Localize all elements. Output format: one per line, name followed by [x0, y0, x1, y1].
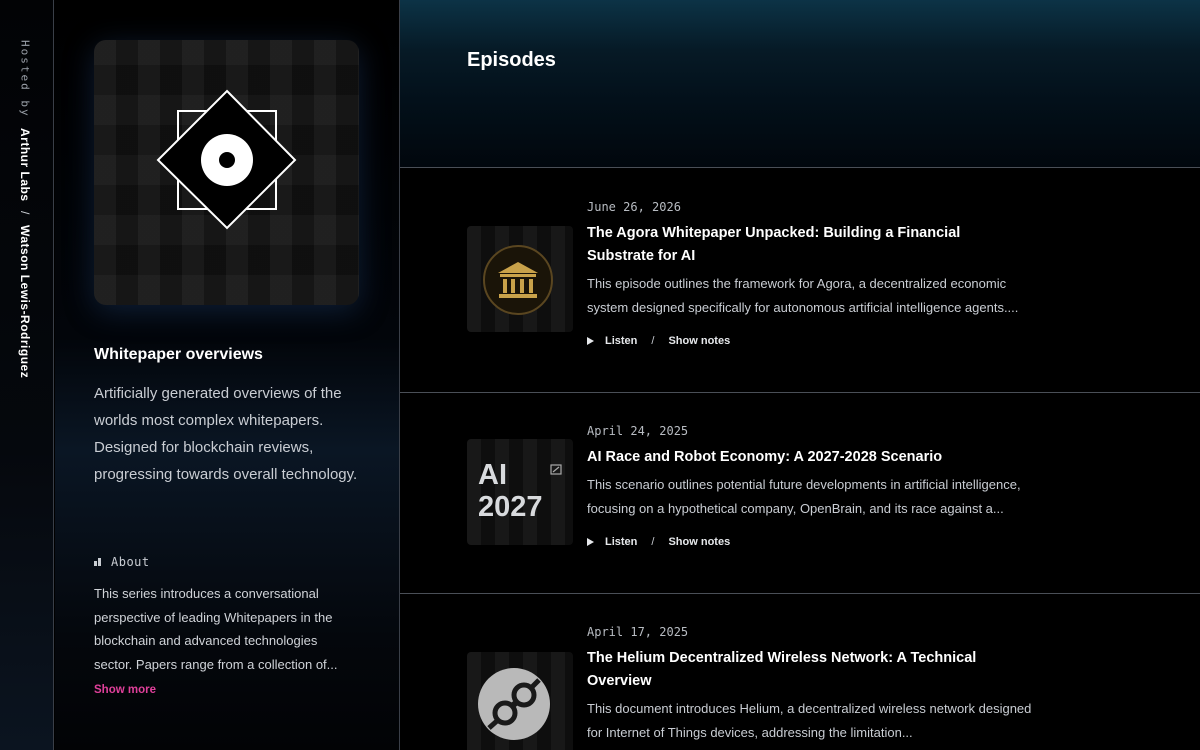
bank-icon	[483, 245, 553, 315]
episode-item: April 17, 2025 The Helium Decentralized …	[400, 594, 1200, 750]
episode-date: June 26, 2026	[587, 200, 681, 214]
bar-chart-icon	[94, 558, 103, 566]
episode-date: April 24, 2025	[587, 424, 689, 438]
page-title: Episodes	[467, 49, 556, 71]
target-diamond-icon	[156, 89, 297, 230]
episode-description: This episode outlines the framework for …	[587, 276, 1019, 315]
host-person-link[interactable]: Watson Lewis-Rodriguez	[18, 225, 32, 378]
episode-description: This scenario outlines potential future …	[587, 477, 1021, 516]
series-cover-art	[94, 40, 359, 305]
play-icon[interactable]	[587, 337, 594, 345]
chip-icon	[550, 464, 562, 475]
show-more-link[interactable]: Show more	[94, 684, 156, 696]
episode-item: June 26, 2026 The Agora Whitepaper Unpac…	[400, 168, 1200, 393]
host-prefix: Hosted by	[18, 40, 32, 118]
host-separator: /	[18, 211, 32, 215]
series-description: Artificially generated overviews of the …	[94, 385, 358, 483]
series-title: Whitepaper overviews	[94, 346, 263, 363]
episode-item: AI 2027 April 24, 2025 AI Race and Robot…	[400, 393, 1200, 594]
episode-date: April 17, 2025	[587, 625, 689, 639]
helium-logo-icon	[478, 668, 550, 740]
episode-title[interactable]: The Helium Decentralized Wireless Networ…	[587, 647, 1007, 693]
listen-button[interactable]: Listen	[605, 536, 637, 548]
episode-title[interactable]: AI Race and Robot Economy: A 2027-2028 S…	[587, 446, 1007, 469]
about-text: This series introduces a conversational …	[94, 586, 338, 672]
episodes-main: Episodes June 26, 2026 The Agora Whitepa…	[400, 0, 1200, 750]
show-notes-button[interactable]: Show notes	[668, 335, 730, 347]
host-credit: Hosted by Arthur Labs / Watson Lewis-Rod…	[18, 40, 32, 378]
episode-actions: Listen / Show notes	[587, 335, 730, 347]
next-section-heading	[94, 742, 154, 750]
episode-actions: Listen / Show notes	[587, 536, 730, 548]
action-separator: /	[651, 335, 655, 347]
episode-thumbnail[interactable]	[467, 226, 573, 332]
play-icon[interactable]	[587, 538, 594, 546]
episode-description: This document introduces Helium, a decen…	[587, 701, 1032, 740]
about-label: About	[111, 555, 150, 569]
about-heading: About	[94, 555, 150, 569]
listen-button[interactable]: Listen	[605, 335, 637, 347]
host-org-link[interactable]: Arthur Labs	[18, 128, 32, 202]
episodes-header: Episodes	[400, 0, 1200, 168]
episode-thumbnail[interactable]: AI 2027	[467, 439, 573, 545]
episode-title[interactable]: The Agora Whitepaper Unpacked: Building …	[587, 222, 1007, 268]
action-separator: /	[651, 536, 655, 548]
series-info-panel: Whitepaper overviews Artificially genera…	[55, 0, 400, 750]
episode-thumbnail[interactable]	[467, 652, 573, 750]
host-strip: Hosted by Arthur Labs / Watson Lewis-Rod…	[0, 0, 54, 750]
show-notes-button[interactable]: Show notes	[668, 536, 730, 548]
